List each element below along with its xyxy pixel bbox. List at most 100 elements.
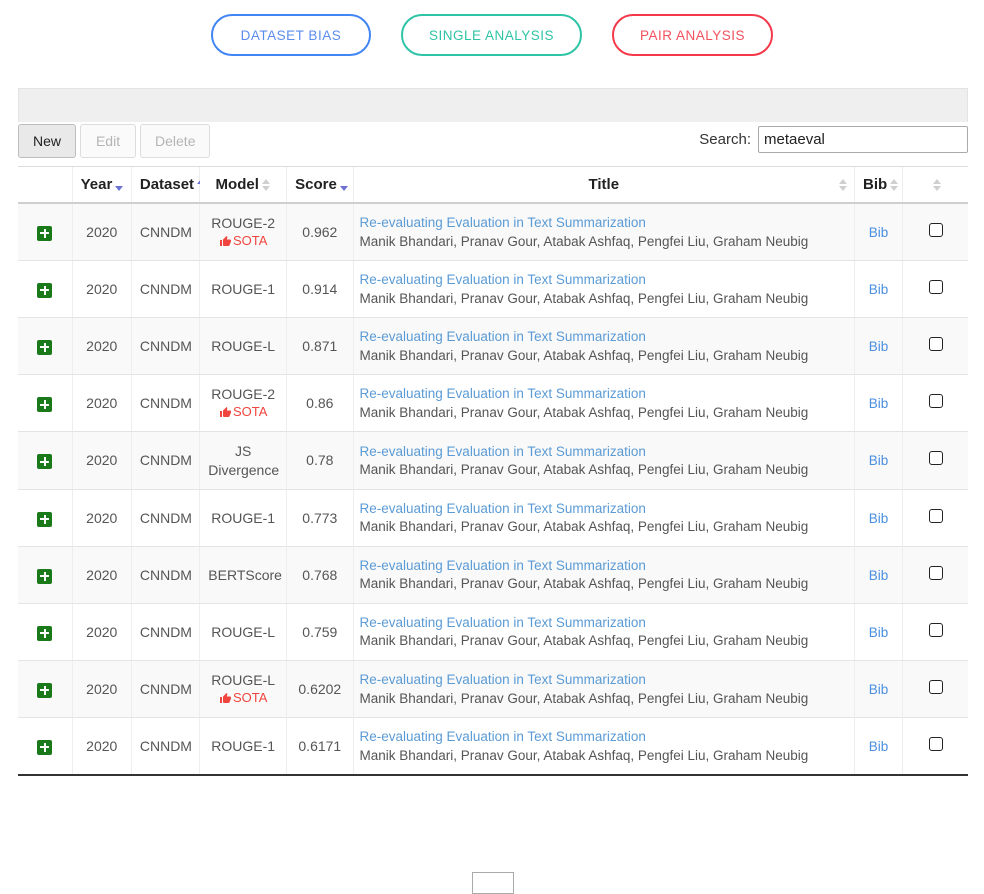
table-row[interactable]: 2020 CNNDM ROUGE-L 0.871 Re-evaluating Evalu… [18,317,968,376]
row-checkbox[interactable] [928,679,943,694]
cell-select [902,374,968,433]
row-checkbox[interactable] [928,508,943,523]
col-dataset[interactable]: Dataset [130,166,206,204]
plus-icon[interactable] [37,511,53,527]
paper-authors: Manik Bhandari, Pranav Gour, Atabak Ashf… [359,404,809,420]
row-expand-cell[interactable] [18,374,73,433]
row-expand-cell[interactable] [18,717,73,777]
cell-year: 2020 [71,431,132,490]
col-expand[interactable] [18,166,73,204]
row-checkbox[interactable] [928,622,943,637]
new-button[interactable]: New [18,124,77,158]
paper-title-link[interactable]: Re-evaluating Evaluation in Text Summari… [360,328,847,346]
sota-badge: SOTA [208,404,278,421]
bib-link[interactable]: Bib [869,739,889,754]
cell-dataset: CNNDM [130,203,200,262]
paper-title-link[interactable]: Re-evaluating Evaluation in Text Summari… [360,728,847,746]
page-button[interactable] [472,872,514,894]
table-row[interactable]: 2020 CNNDM ROUGE-L SOTA 0.6202 Re-evaluating … [18,660,968,719]
search-input[interactable] [758,126,968,153]
plus-icon[interactable] [37,282,53,298]
bib-link[interactable]: Bib [869,511,889,526]
cell-title: Re-evaluating Evaluation in Text Summari… [352,546,855,604]
row-checkbox[interactable] [928,337,943,352]
cell-select [902,660,968,719]
row-expand-cell[interactable] [18,203,73,262]
col-bib[interactable]: Bib [854,166,903,204]
cell-score: 0.759 [286,603,353,662]
tab-dataset-bias[interactable]: DATASET BIAS [210,14,371,56]
cell-score: 0.6202 [286,660,353,719]
pagination [18,872,968,894]
edit-button[interactable]: Edit [80,124,137,158]
cell-dataset: CNNDM [130,603,200,662]
cell-bib: Bib [854,431,903,490]
plus-icon[interactable] [37,339,53,355]
col-model[interactable]: Model [199,166,287,204]
row-expand-cell[interactable] [18,660,73,719]
paper-title-link[interactable]: Re-evaluating Evaluation in Text Summari… [360,671,847,689]
bib-link[interactable]: Bib [869,453,889,468]
row-checkbox[interactable] [928,222,943,237]
paper-title-link[interactable]: Re-evaluating Evaluation in Text Summari… [360,271,847,289]
table-row[interactable]: 2020 CNNDM JS Divergence 0.78 Re-evaluating … [18,431,968,490]
table-toolbar: New Edit Delete Search: [18,124,968,166]
row-expand-cell[interactable] [18,317,73,376]
col-dataset-label: Dataset [139,176,195,193]
paper-title-link[interactable]: Re-evaluating Evaluation in Text Summari… [360,443,847,461]
tab-single-analysis[interactable]: SINGLE ANALYSIS [400,14,582,56]
paper-title-link[interactable]: Re-evaluating Evaluation in Text Summari… [360,614,847,632]
tab-pair-analysis-label: PAIR ANALYSIS [640,27,746,43]
col-year[interactable]: Year [71,166,132,204]
delete-button[interactable]: Delete [140,124,211,158]
paper-title-link[interactable]: Re-evaluating Evaluation in Text Summari… [360,557,847,575]
cell-bib: Bib [854,374,903,433]
row-expand-cell[interactable] [18,489,73,547]
bib-link[interactable]: Bib [869,282,889,297]
bib-link[interactable]: Bib [869,625,889,640]
row-expand-cell[interactable] [18,260,73,319]
sort-icon-bib [890,178,899,192]
bib-link[interactable]: Bib [869,339,889,354]
plus-icon[interactable] [37,568,53,584]
plus-icon[interactable] [37,397,53,413]
row-expand-cell[interactable] [18,431,73,490]
plus-icon[interactable] [37,225,53,241]
table-row[interactable]: 2020 CNNDM BERTScore 0.768 Re-evaluating Eva… [18,546,968,604]
paper-title-link[interactable]: Re-evaluating Evaluation in Text Summari… [360,214,847,232]
bib-link[interactable]: Bib [869,225,889,240]
table-row[interactable]: 2020 CNNDM ROUGE-1 0.773 Re-evaluating Evalu… [18,489,968,547]
row-expand-cell[interactable] [18,603,73,662]
col-title[interactable]: Title [352,166,855,204]
table-row[interactable]: 2020 CNNDM ROUGE-2 SOTA 0.962 Re-evaluating E… [18,203,968,262]
cell-dataset: CNNDM [130,489,200,547]
cell-select [902,717,968,777]
row-checkbox[interactable] [928,394,943,409]
col-select[interactable] [902,166,968,204]
plus-icon[interactable] [37,625,53,641]
plus-icon[interactable] [37,739,53,755]
bib-link[interactable]: Bib [869,396,889,411]
cell-year: 2020 [71,717,132,777]
row-expand-cell[interactable] [18,546,73,604]
cell-year: 2020 [71,260,132,319]
row-checkbox[interactable] [928,280,943,295]
row-checkbox[interactable] [928,565,943,580]
plus-icon[interactable] [37,454,53,470]
paper-title-link[interactable]: Re-evaluating Evaluation in Text Summari… [360,385,847,403]
table-row[interactable]: 2020 CNNDM ROUGE-1 0.6171 Re-evaluating Eval… [18,717,968,777]
table-row[interactable]: 2020 CNNDM ROUGE-2 SOTA 0.86 Re-evaluating Ev… [18,374,968,433]
bib-link[interactable]: Bib [869,568,889,583]
paper-title-link[interactable]: Re-evaluating Evaluation in Text Summari… [360,500,847,518]
cell-score: 0.914 [286,260,353,319]
toolbar-band [18,88,968,122]
bib-link[interactable]: Bib [869,682,889,697]
row-checkbox[interactable] [928,737,943,752]
table-row[interactable]: 2020 CNNDM ROUGE-1 0.914 Re-evaluating Evalu… [18,260,968,319]
row-checkbox[interactable] [928,451,943,466]
table-row[interactable]: 2020 CNNDM ROUGE-L 0.759 Re-evaluating Evalu… [18,603,968,662]
col-score[interactable]: Score [286,166,353,204]
tab-pair-analysis[interactable]: PAIR ANALYSIS [612,14,774,56]
cell-score: 0.78 [286,431,353,490]
plus-icon[interactable] [37,682,53,698]
